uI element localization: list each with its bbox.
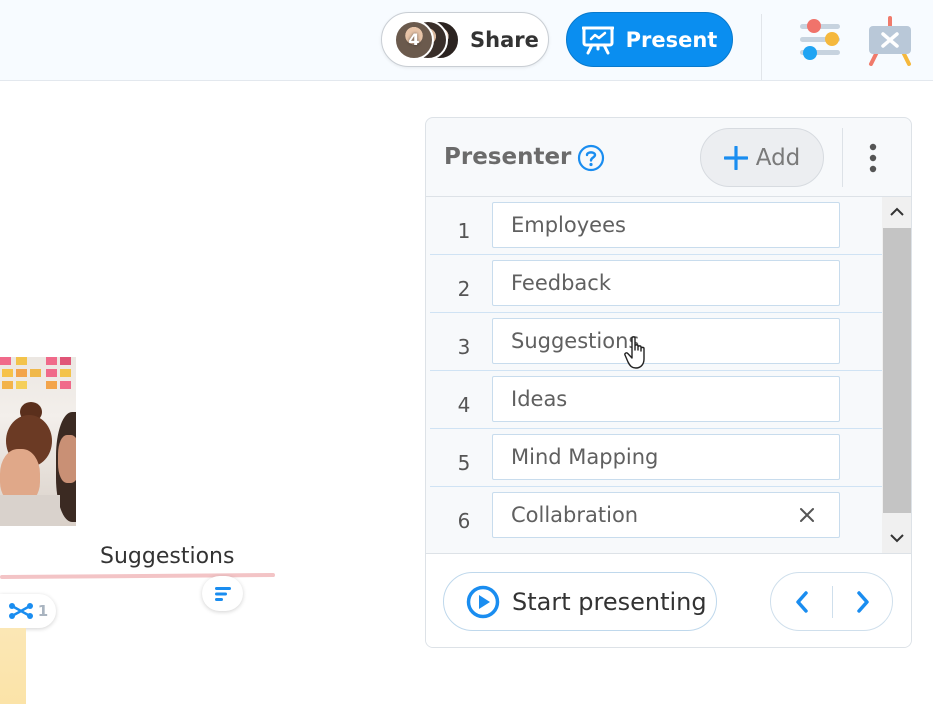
previous-slide-button[interactable] xyxy=(771,573,832,630)
link-count: 1 xyxy=(37,602,49,620)
scroll-down-button[interactable] xyxy=(882,523,911,553)
slide-title-field[interactable]: Suggestions xyxy=(492,318,840,364)
top-bar: 4 Share Present xyxy=(0,0,933,81)
node-image[interactable] xyxy=(0,357,76,526)
slide-title-field[interactable]: Mind Mapping xyxy=(492,434,840,480)
slide-title-field[interactable]: Feedback xyxy=(492,260,840,306)
slide-title-field[interactable]: Employees xyxy=(492,202,840,248)
slide-title-text: Collabration xyxy=(511,503,639,527)
share-button[interactable]: 4 Share xyxy=(381,12,549,67)
settings-sliders-icon[interactable] xyxy=(798,16,842,62)
share-label: Share xyxy=(470,27,539,52)
slide-number: 1 xyxy=(457,219,471,243)
node-label[interactable]: Suggestions xyxy=(100,544,234,569)
links-button[interactable]: 1 xyxy=(0,594,56,628)
slide-navigation xyxy=(770,572,893,631)
slide-row[interactable]: 4 Ideas xyxy=(430,371,882,429)
chevron-down-icon xyxy=(890,534,904,543)
chevron-right-icon xyxy=(857,590,869,613)
more-vertical-icon[interactable] xyxy=(866,142,880,174)
divider xyxy=(761,14,762,80)
close-icon[interactable] xyxy=(797,505,817,525)
add-slide-button[interactable]: Add xyxy=(700,128,824,187)
start-label: Start presenting xyxy=(512,587,707,616)
present-label: Present xyxy=(625,27,718,52)
slide-row[interactable]: 6 Collabration xyxy=(430,487,882,545)
slide-number: 3 xyxy=(457,335,471,359)
slide-title-field[interactable]: Collabration xyxy=(492,492,840,538)
presenter-footer: Start presenting xyxy=(426,553,911,647)
collaborator-count: 4 xyxy=(408,30,420,49)
tools-easel-icon[interactable] xyxy=(867,14,913,66)
slide-number: 2 xyxy=(457,277,471,301)
collaborator-avatars: 4 xyxy=(394,19,470,60)
scroll-up-button[interactable] xyxy=(882,197,911,227)
plus-icon xyxy=(723,145,748,170)
slide-number: 5 xyxy=(457,451,471,475)
help-icon[interactable] xyxy=(577,144,605,172)
slide-row[interactable]: 3 Suggestions xyxy=(430,313,882,371)
slide-list: 1 Employees 2 Feedback 3 Suggestions 4 I… xyxy=(426,197,882,553)
slide-row[interactable]: 2 Feedback xyxy=(430,255,882,313)
slide-number: 6 xyxy=(457,509,471,533)
start-presenting-button[interactable]: Start presenting xyxy=(443,572,717,631)
play-icon xyxy=(466,585,500,618)
presenter-panel: Presenter Add 1 Employees 2 Feedback 3 S… xyxy=(425,117,912,648)
present-button[interactable]: Present xyxy=(566,12,733,67)
scrollbar-thumb[interactable] xyxy=(883,228,911,513)
panel-title: Presenter xyxy=(444,144,572,170)
chevron-left-icon xyxy=(795,590,808,613)
add-label: Add xyxy=(755,144,801,171)
slide-row[interactable]: 5 Mind Mapping xyxy=(430,429,882,487)
next-slide-button[interactable] xyxy=(833,573,893,630)
slide-title-field[interactable]: Ideas xyxy=(492,376,840,422)
canvas-node-edge xyxy=(0,628,26,704)
presenter-header: Presenter Add xyxy=(426,118,911,197)
chevron-up-icon xyxy=(890,207,904,216)
slide-row[interactable]: 1 Employees xyxy=(430,197,882,255)
notes-button[interactable] xyxy=(202,576,243,611)
presentation-board-icon xyxy=(581,26,614,54)
slide-number: 4 xyxy=(457,393,471,417)
slide-list-scrollbar[interactable] xyxy=(882,197,911,553)
link-nodes-icon xyxy=(8,603,33,619)
notes-icon xyxy=(214,586,231,601)
divider xyxy=(842,128,843,187)
